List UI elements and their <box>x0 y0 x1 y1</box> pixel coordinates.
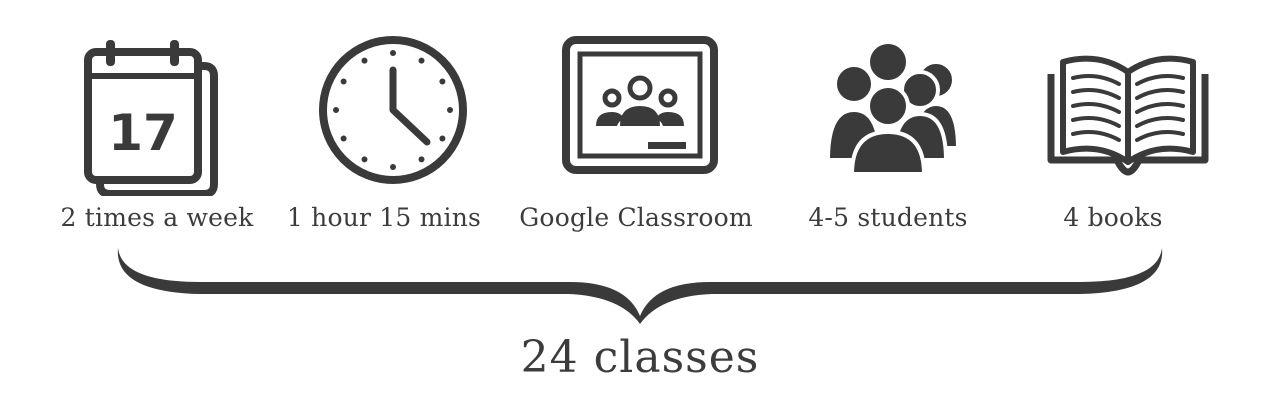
google-classroom-icon <box>562 36 718 174</box>
caption-materials: 4 books <box>1063 203 1163 232</box>
item-frequency: 17 <box>32 34 272 196</box>
caption-duration: 1 hour 15 mins <box>286 203 482 232</box>
group-of-people-icon <box>825 40 961 176</box>
total-classes: 24 classes <box>520 332 760 383</box>
item-group-size <box>768 34 1008 178</box>
caption-group-size: 4-5 students <box>808 203 968 232</box>
open-book-icon <box>1047 55 1209 176</box>
clock-icon <box>319 36 467 184</box>
item-platform <box>520 34 760 184</box>
curly-brace <box>117 248 1163 324</box>
item-materials <box>1008 34 1248 184</box>
caption-platform: Google Classroom <box>519 203 753 232</box>
caption-frequency: 2 times a week <box>60 203 254 232</box>
calendar-day-number: 17 <box>108 104 178 162</box>
calendar-icon: 17 <box>84 40 218 196</box>
item-duration <box>273 34 513 194</box>
